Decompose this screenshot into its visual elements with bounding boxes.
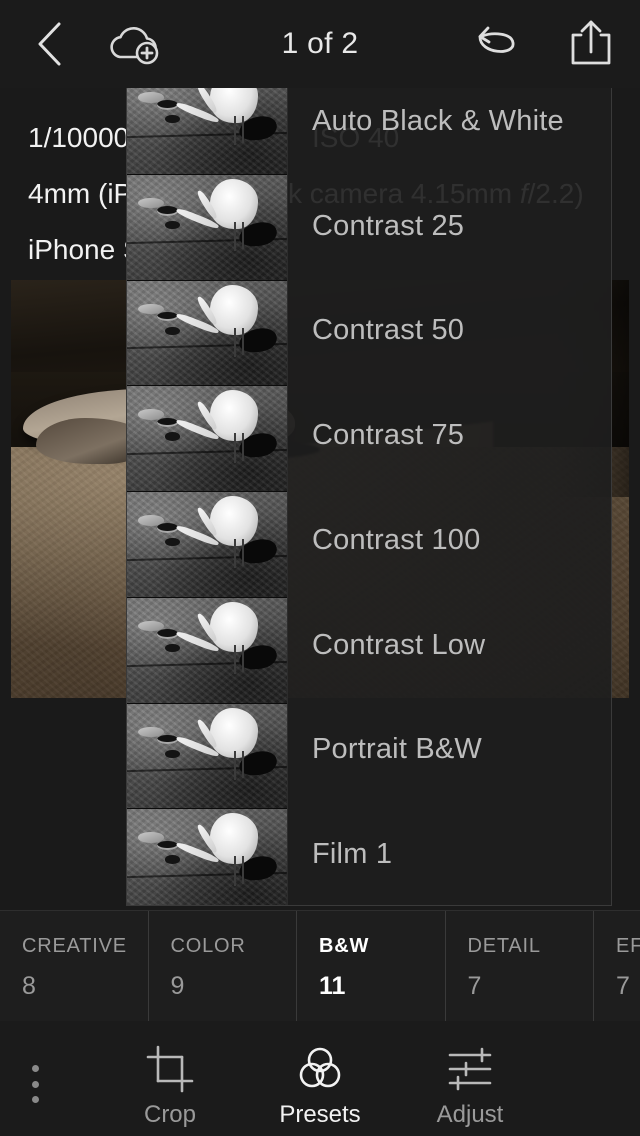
preset-label-column: Auto Black & White Contrast 25 Contrast … <box>288 69 611 905</box>
thumb-flamingo-leg <box>241 327 244 355</box>
preset-label: Contrast Low <box>312 628 486 661</box>
thumb-flamingo-leg-2 <box>233 221 236 252</box>
tool-presets[interactable]: Presets <box>260 1043 380 1129</box>
crop-icon <box>146 1045 194 1093</box>
presets-circles-icon <box>299 1047 341 1088</box>
thumb-stone-dark <box>157 629 179 639</box>
share-button[interactable] <box>562 14 620 72</box>
sliders-icon <box>448 1047 492 1091</box>
preset-label: Contrast 75 <box>312 419 465 452</box>
category-tab-bw[interactable]: B&W 11 <box>297 911 446 1021</box>
thumb-stone-dark <box>157 206 179 216</box>
thumb-flamingo-leg-2 <box>233 856 236 886</box>
thumb-flamingo-leg <box>241 221 244 250</box>
preset-item-contrast-75[interactable]: Contrast 75 <box>288 383 611 488</box>
preset-thumbnail[interactable] <box>127 386 287 492</box>
thumb-flamingo-head <box>165 432 180 441</box>
category-count: 11 <box>319 972 346 1000</box>
preset-item-contrast-low[interactable]: Contrast Low <box>288 593 611 698</box>
more-vertical-icon-dot <box>31 1080 39 1088</box>
undo-icon <box>478 26 515 53</box>
category-count: 7 <box>467 972 482 1000</box>
bottom-toolbar: Crop Presets Adjust <box>0 1021 640 1136</box>
preset-label: Contrast 100 <box>312 523 481 556</box>
tool-crop[interactable]: Crop <box>110 1043 230 1129</box>
preset-thumbnail[interactable] <box>127 703 287 810</box>
thumb-flamingo-leg-2 <box>233 644 236 675</box>
crop-icon-wrap <box>110 1043 230 1095</box>
category-count: 7 <box>616 972 630 1000</box>
category-count: 8 <box>22 972 36 1000</box>
thumb-stone-dark <box>157 100 179 110</box>
lightroom-mobile-editor: 1/10000 4mm (iP iPhone S Auto Black & Wh… <box>0 0 640 1136</box>
preset-list-panel[interactable]: Auto Black & White Contrast 25 Contrast … <box>126 68 612 906</box>
preset-thumbnail[interactable] <box>127 174 287 281</box>
thumb-flamingo-leg-2 <box>233 433 236 463</box>
thumb-flamingo-leg <box>241 856 244 884</box>
preset-category-bar[interactable]: CREATIVE 8 COLOR 9 B&W 11 DETAIL 7 EFF 7 <box>0 910 640 1022</box>
thumb-flamingo-leg-2 <box>233 116 236 146</box>
tool-adjust[interactable]: Adjust <box>410 1043 530 1129</box>
tool-label: Crop <box>143 1101 197 1128</box>
thumb-stone-dark <box>157 523 179 533</box>
thumb-flamingo-leg <box>241 539 244 567</box>
preset-thumbnail[interactable] <box>127 280 287 387</box>
preset-thumbnail[interactable] <box>127 597 287 704</box>
adjust-icon-wrap <box>410 1043 530 1095</box>
category-tab-detail[interactable]: DETAIL 7 <box>446 911 594 1021</box>
category-tab-color[interactable]: COLOR 9 <box>149 911 297 1021</box>
preset-item-contrast-50[interactable]: Contrast 50 <box>288 279 611 384</box>
preset-label: Contrast 25 <box>312 209 465 242</box>
category-count: 9 <box>170 972 185 1000</box>
preset-label: Auto Black & White <box>312 104 564 137</box>
category-label: EFF <box>616 935 640 957</box>
thumb-flamingo-head <box>165 749 180 758</box>
preset-label: Contrast 50 <box>312 314 465 347</box>
more-options-button[interactable] <box>6 1059 64 1109</box>
presets-icon-wrap <box>260 1043 380 1095</box>
thumb-flamingo-leg-2 <box>233 750 236 780</box>
category-label: DETAIL <box>467 935 541 957</box>
thumb-flamingo-leg <box>241 433 244 461</box>
thumb-stone-dark <box>157 417 179 428</box>
preset-label: Film 1 <box>312 838 393 871</box>
thumb-flamingo-leg <box>241 750 244 778</box>
preset-item-contrast-100[interactable]: Contrast 100 <box>288 488 611 593</box>
thumb-flamingo-head <box>165 326 180 335</box>
thumb-flamingo-leg <box>241 644 244 673</box>
preset-item-contrast-25[interactable]: Contrast 25 <box>288 174 611 279</box>
preset-label: Portrait B&W <box>312 733 482 766</box>
preset-item-film-1[interactable]: Film 1 <box>288 802 611 905</box>
more-vertical-icon-dot <box>31 1065 39 1072</box>
share-export-icon <box>571 20 611 65</box>
thumb-stone-dark <box>157 840 179 851</box>
undo-button[interactable] <box>468 16 526 72</box>
thumb-flamingo-leg-2 <box>233 327 236 357</box>
thumb-flamingo-head <box>165 643 180 653</box>
top-toolbar: 1 of 2 <box>0 0 640 88</box>
preset-item-portrait-bw[interactable]: Portrait B&W <box>288 698 611 803</box>
tool-label: Presets <box>279 1101 361 1128</box>
preset-thumbnail[interactable] <box>127 809 287 905</box>
preset-thumbnail[interactable] <box>127 492 287 598</box>
category-tab-creative[interactable]: CREATIVE 8 <box>0 911 149 1021</box>
thumb-flamingo-leg-2 <box>233 539 236 569</box>
more-vertical-icon-dot <box>31 1096 39 1103</box>
thumb-flamingo-head <box>165 220 180 230</box>
page-title: 1 of 2 <box>281 27 359 60</box>
tool-label: Adjust <box>436 1101 504 1128</box>
thumb-flamingo-leg <box>241 116 244 144</box>
category-label: COLOR <box>170 935 246 957</box>
category-label: B&W <box>319 935 370 957</box>
thumb-flamingo-head <box>165 855 180 864</box>
category-label: CREATIVE <box>22 935 127 957</box>
category-tab-effects[interactable]: EFF 7 <box>594 911 640 1021</box>
preset-thumbnail-column[interactable] <box>127 69 288 905</box>
